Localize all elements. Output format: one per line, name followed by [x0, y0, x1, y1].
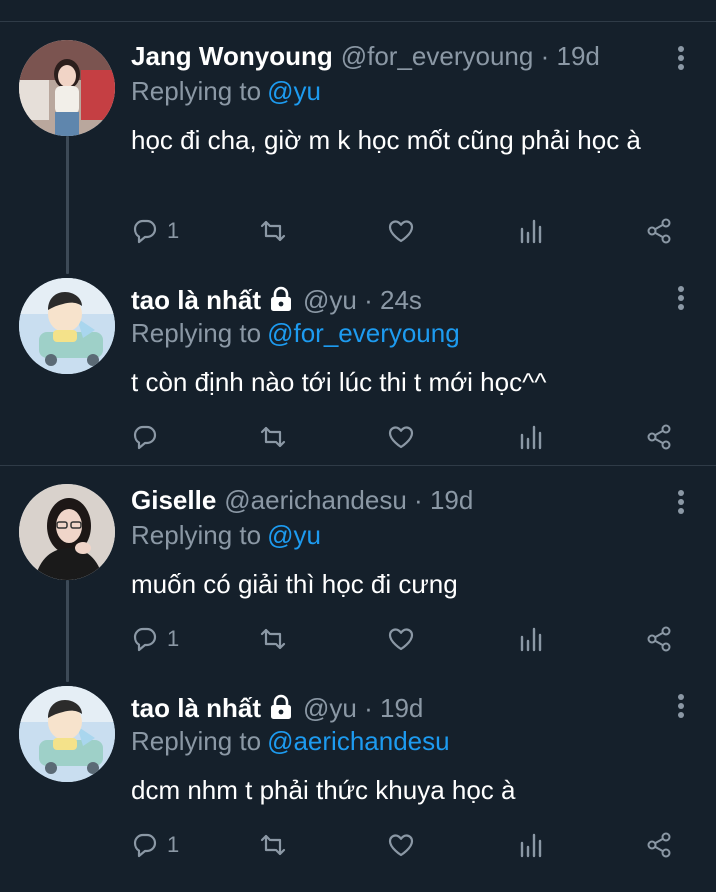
avatar[interactable]: [19, 484, 115, 580]
share-icon: [647, 626, 671, 652]
retweet-button[interactable]: [259, 422, 287, 452]
like-icon: [388, 834, 414, 857]
share-button[interactable]: [645, 624, 673, 654]
stats-icon: [520, 425, 542, 450]
avatar[interactable]: [19, 40, 115, 136]
tweet-text: dcm nhm t phải thức khuya học à: [131, 775, 516, 805]
replying-to: Replying to @aerichandesu: [131, 726, 450, 756]
reply-icon: [133, 425, 157, 450]
reply-icon: [133, 219, 157, 244]
retweet-icon: [260, 834, 286, 856]
share-icon: [647, 832, 671, 858]
share-icon: [647, 218, 671, 244]
stats-button[interactable]: [517, 624, 545, 654]
action-bar: 1: [131, 830, 691, 860]
like-button[interactable]: [387, 830, 415, 860]
display-name[interactable]: Giselle: [131, 485, 216, 515]
share-button[interactable]: [645, 422, 673, 452]
tweet[interactable]: tao là nhất @yu · 24s Replying to @for_eve…: [0, 278, 716, 462]
handle-and-time[interactable]: @yu · 24s: [303, 285, 422, 315]
display-name[interactable]: tao là nhất: [131, 285, 261, 315]
stats-icon: [520, 833, 542, 858]
action-bar: 1: [131, 216, 691, 246]
tweet-header: Giselle @aerichandesu · 19d: [131, 482, 473, 518]
like-button[interactable]: [387, 216, 415, 246]
reply-target-link[interactable]: @for_everyoung: [267, 318, 460, 348]
tweet-text: t còn định nào tới lúc thi t mới học^^: [131, 367, 547, 397]
action-bar: 1: [131, 624, 691, 654]
retweet-button[interactable]: [259, 830, 287, 860]
retweet-button[interactable]: [259, 624, 287, 654]
reply-icon: [133, 833, 157, 858]
like-icon: [388, 628, 414, 651]
reply-button[interactable]: 1: [131, 216, 179, 246]
top-divider: [0, 21, 716, 22]
reply-button[interactable]: 1: [131, 830, 179, 860]
tweet-header: Jang Wonyoung @for_everyoung · 19d: [131, 38, 600, 74]
share-icon: [647, 424, 671, 450]
reply-button[interactable]: [131, 422, 167, 452]
like-icon: [388, 426, 414, 449]
handle-and-time[interactable]: @yu · 19d: [303, 693, 423, 723]
reply-icon: [133, 627, 157, 652]
thread-divider: [0, 465, 716, 466]
retweet-icon: [260, 220, 286, 242]
like-button[interactable]: [387, 624, 415, 654]
reply-target-link[interactable]: @yu: [267, 520, 321, 550]
stats-icon: [520, 219, 542, 244]
share-button[interactable]: [645, 830, 673, 860]
reply-target-link[interactable]: @aerichandesu: [267, 726, 450, 756]
action-bar: [131, 422, 691, 452]
more-icon[interactable]: [676, 490, 686, 516]
stats-button[interactable]: [517, 830, 545, 860]
more-icon[interactable]: [676, 286, 686, 312]
stats-button[interactable]: [517, 216, 545, 246]
retweet-icon: [260, 426, 286, 448]
reply-button[interactable]: 1: [131, 624, 179, 654]
handle-and-time[interactable]: @aerichandesu · 19d: [224, 485, 473, 515]
tweet-header: tao là nhất @yu · 24s: [131, 282, 422, 318]
tweet[interactable]: Giselle @aerichandesu · 19d Replying to @y…: [0, 484, 716, 664]
tweet[interactable]: Jang Wonyoung @for_everyoung · 19d Replyi…: [0, 40, 716, 250]
reply-count: 1: [167, 218, 180, 243]
more-icon[interactable]: [676, 46, 686, 72]
avatar[interactable]: [19, 278, 115, 374]
avatar[interactable]: [19, 686, 115, 782]
lock-icon: [267, 286, 295, 312]
like-button[interactable]: [387, 422, 415, 452]
tweet-header: tao là nhất @yu · 19d: [131, 690, 423, 726]
like-icon: [388, 220, 414, 243]
handle-and-time[interactable]: @for_everyoung · 19d: [341, 41, 600, 71]
display-name[interactable]: tao là nhất: [131, 693, 261, 723]
retweet-icon: [260, 628, 286, 650]
lock-icon: [267, 694, 295, 720]
reply-target-link[interactable]: @yu: [267, 76, 321, 106]
replying-to: Replying to @yu: [131, 520, 321, 550]
tweet-text: học đi cha, giờ m k học mốt cũng phải họ…: [131, 125, 641, 155]
more-icon[interactable]: [676, 694, 686, 720]
tweet[interactable]: tao là nhất @yu · 19d Replying to @aericha…: [0, 686, 716, 870]
display-name[interactable]: Jang Wonyoung: [131, 41, 333, 71]
reply-count: 1: [167, 832, 180, 857]
stats-icon: [520, 627, 542, 652]
share-button[interactable]: [645, 216, 673, 246]
tweet-text: muốn có giải thì học đi cưng: [131, 569, 458, 599]
retweet-button[interactable]: [259, 216, 287, 246]
stats-button[interactable]: [517, 422, 545, 452]
replying-to: Replying to @yu: [131, 76, 321, 106]
replying-to: Replying to @for_everyoung: [131, 318, 460, 348]
reply-count: 1: [167, 626, 180, 651]
